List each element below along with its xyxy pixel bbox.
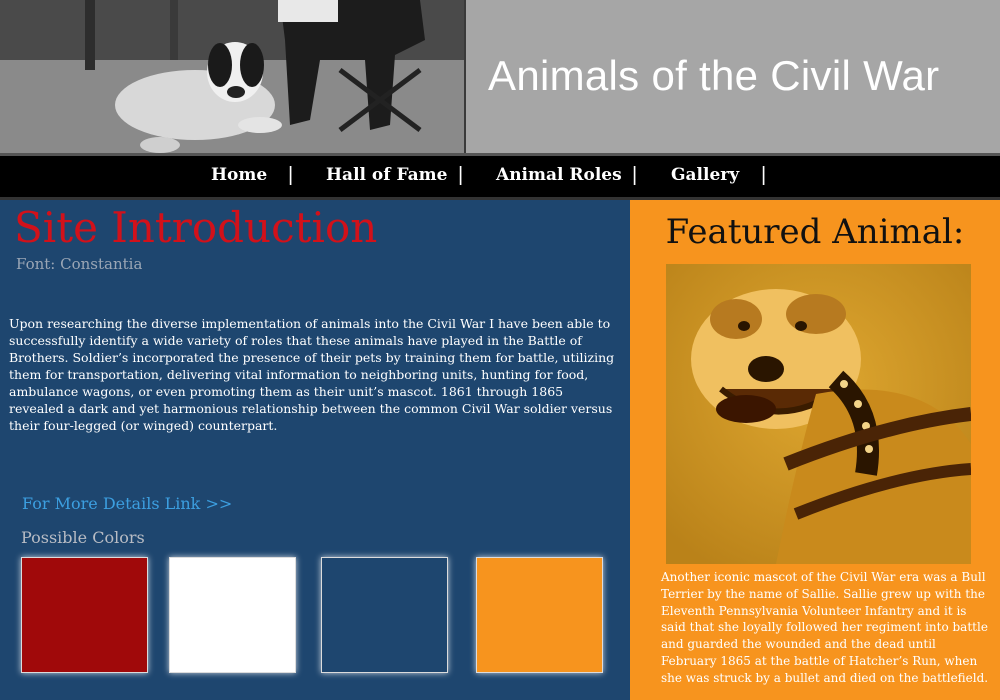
nav-home[interactable]: Home bbox=[211, 165, 267, 185]
possible-colors-label: Possible Colors bbox=[21, 528, 145, 547]
intro-paragraph: Upon researching the diverse implementat… bbox=[9, 316, 615, 433]
nav-separator: | bbox=[632, 164, 638, 186]
featured-animal-panel: Featured Animal: Another iconic mascot o… bbox=[630, 200, 1000, 700]
intro-section: Site Introduction Font: Constantia Upon … bbox=[0, 200, 630, 700]
nav-animal-roles[interactable]: Animal Roles bbox=[496, 165, 622, 185]
color-swatch-orange bbox=[476, 557, 603, 673]
nav-separator: | bbox=[458, 164, 464, 186]
color-swatch-red bbox=[21, 557, 148, 673]
nav-separator: | bbox=[761, 164, 767, 186]
main-nav: Home | Hall of Fame | Animal Roles | Gal… bbox=[0, 153, 1000, 200]
featured-description: Another iconic mascot of the Civil War e… bbox=[661, 570, 989, 685]
intro-title: Site Introduction bbox=[14, 203, 378, 252]
nav-hall-of-fame[interactable]: Hall of Fame bbox=[326, 165, 447, 185]
header-banner: Animals of the Civil War bbox=[0, 0, 1000, 153]
nav-gallery[interactable]: Gallery bbox=[671, 165, 739, 185]
color-swatch-white bbox=[169, 557, 296, 673]
bull-terrier-photo bbox=[666, 264, 971, 564]
site-title: Animals of the Civil War bbox=[488, 52, 940, 99]
featured-title: Featured Animal: bbox=[665, 212, 965, 252]
font-note: Font: Constantia bbox=[16, 255, 143, 273]
color-swatch-blue bbox=[321, 557, 448, 673]
dog-with-soldier-photo bbox=[0, 0, 466, 153]
more-details-link[interactable]: For More Details Link >> bbox=[22, 494, 232, 513]
nav-separator: | bbox=[288, 164, 294, 186]
